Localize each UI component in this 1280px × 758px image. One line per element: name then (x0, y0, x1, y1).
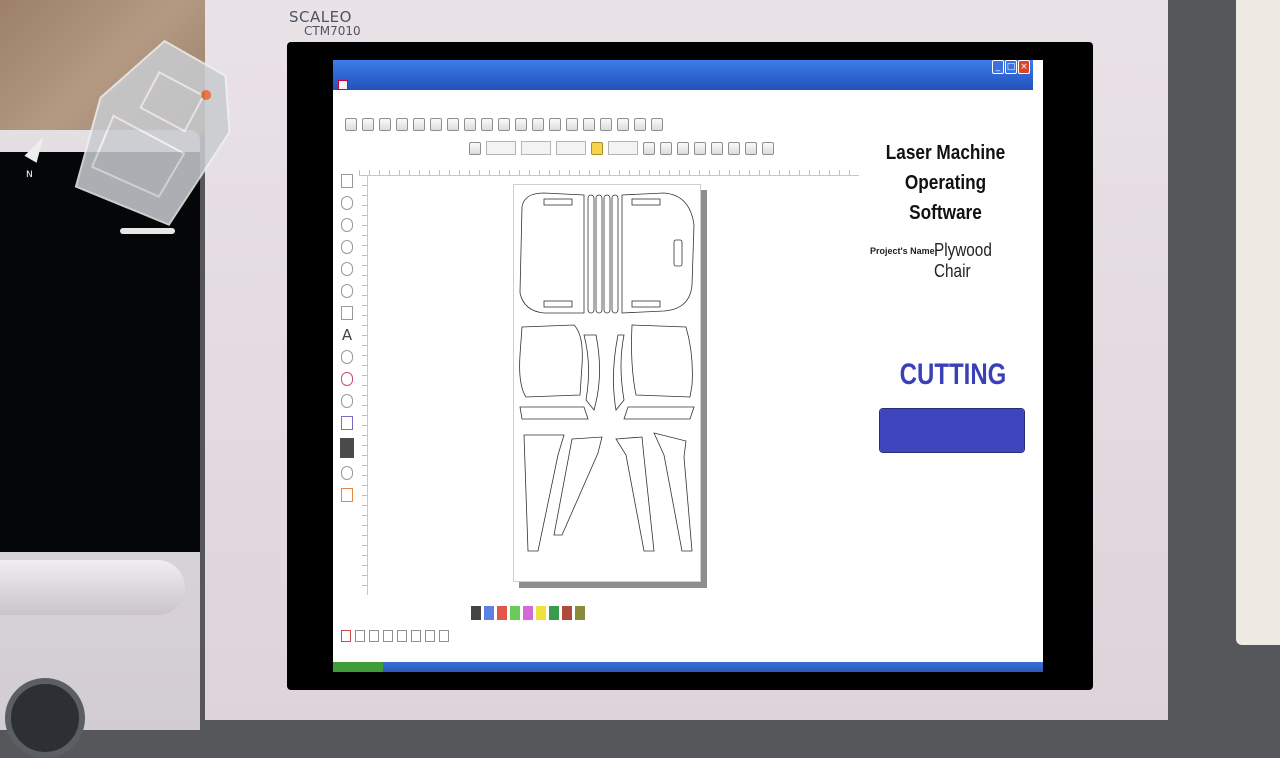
ellipse-icon[interactable] (341, 284, 353, 298)
origin-icon[interactable] (341, 630, 351, 642)
more-icon[interactable] (651, 118, 663, 131)
color-swatch-3[interactable] (497, 606, 507, 620)
cut-icon[interactable] (430, 118, 442, 131)
laser-pen-icon[interactable] (341, 372, 353, 386)
open-folder-icon[interactable] (362, 118, 374, 131)
group-icon[interactable] (728, 141, 740, 155)
circle-icon[interactable] (341, 218, 353, 232)
mirror-h-icon[interactable] (643, 141, 655, 155)
pen-icon[interactable] (341, 350, 353, 364)
align-icon[interactable] (694, 141, 706, 155)
cutting-progress-bar (879, 408, 1025, 453)
rotate-tool-icon[interactable] (341, 394, 353, 408)
taskbar (333, 662, 1043, 672)
select-arrow-icon[interactable] (341, 174, 353, 188)
lock-ratio-icon[interactable] (591, 141, 603, 155)
close-path-icon[interactable] (762, 141, 774, 155)
color-swatch-2[interactable] (484, 606, 494, 620)
align-center-icon[interactable] (411, 630, 421, 642)
undo-icon[interactable] (481, 118, 493, 131)
pc-tower-power-button (5, 678, 85, 758)
ungroup-icon[interactable] (745, 141, 757, 155)
pc-tower-drive-bay (0, 560, 185, 615)
save-icon[interactable] (379, 118, 391, 131)
color-swatch-4[interactable] (510, 606, 520, 620)
paste-icon[interactable] (464, 118, 476, 131)
copy-icon[interactable] (447, 118, 459, 131)
monitor-model: CTM7010 (304, 24, 361, 38)
x-field[interactable] (486, 141, 516, 155)
color-swatch-7[interactable] (549, 606, 559, 620)
y-field[interactable] (521, 141, 551, 155)
maximize-button[interactable]: □ (1005, 60, 1017, 74)
array-icon[interactable] (600, 118, 612, 131)
align-bottom-icon[interactable] (397, 630, 407, 642)
left-ruler (357, 175, 368, 595)
color-swatch-5[interactable] (523, 606, 533, 620)
position-icon[interactable] (469, 141, 481, 155)
export-icon[interactable] (413, 118, 425, 131)
zoom-in-icon[interactable] (549, 118, 561, 131)
color-swatch-9[interactable] (575, 606, 585, 620)
chair-cut-pattern (519, 192, 695, 552)
project-name-label: Project's Name: (870, 246, 938, 256)
zoom-out-icon[interactable] (566, 118, 578, 131)
start-button[interactable] (333, 662, 383, 672)
align-left-icon[interactable] (355, 630, 365, 642)
fill-icon[interactable] (340, 438, 354, 458)
node-edit-icon[interactable] (341, 196, 353, 210)
grid-icon[interactable] (617, 118, 629, 131)
distribute-icon[interactable] (711, 141, 723, 155)
minimize-button[interactable]: _ (992, 60, 1004, 74)
plywood-sheet (513, 184, 701, 582)
layer-icon[interactable] (634, 118, 646, 131)
pan-hand-icon[interactable] (515, 118, 527, 131)
laser-software-window: _ □ × A Laser Machine Operating Software… (333, 60, 1043, 672)
software-title: Laser Machine Operating Software (885, 142, 1006, 224)
layer-color-palette (471, 606, 585, 620)
tools-icon[interactable] (583, 118, 595, 131)
curve-icon[interactable] (341, 262, 353, 276)
window-titlebar (333, 60, 1033, 90)
text-tool-icon[interactable]: A (341, 328, 353, 343)
align-top-icon[interactable] (383, 630, 393, 642)
project-name-value: Plywood Chair (934, 240, 992, 281)
array-tool-icon[interactable] (341, 488, 353, 502)
close-button[interactable]: × (1018, 60, 1030, 74)
rectangle-icon[interactable] (341, 306, 353, 320)
frame-icon[interactable] (341, 416, 353, 430)
bottom-toolbar (341, 630, 449, 642)
mirror-v-icon[interactable] (660, 141, 672, 155)
arc-icon[interactable] (341, 240, 353, 254)
color-swatch-6[interactable] (536, 606, 546, 620)
drawing-toolbar: A (339, 174, 355, 502)
color-swatch-1[interactable] (471, 606, 481, 620)
app-icon (338, 80, 348, 90)
color-swatch-8[interactable] (562, 606, 572, 620)
distribute-v-icon[interactable] (439, 630, 449, 642)
paper-document (1236, 0, 1280, 645)
redo-icon[interactable] (498, 118, 510, 131)
minimap-north-label: N (26, 170, 33, 180)
zoom-page-icon[interactable] (532, 118, 544, 131)
width-field[interactable] (556, 141, 586, 155)
cutting-progress-fill (880, 409, 1024, 452)
measure-icon[interactable] (341, 466, 353, 480)
distribute-h-icon[interactable] (425, 630, 435, 642)
new-file-icon[interactable] (345, 118, 357, 131)
import-icon[interactable] (396, 118, 408, 131)
main-toolbar (345, 118, 663, 131)
property-toolbar (469, 141, 774, 155)
rotate-icon[interactable] (677, 141, 689, 155)
align-right-icon[interactable] (369, 630, 379, 642)
top-ruler (359, 163, 859, 176)
scale-field[interactable] (608, 141, 638, 155)
